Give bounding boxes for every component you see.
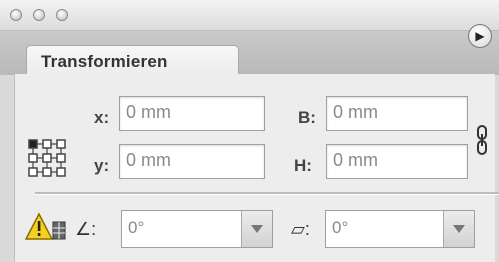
rotate-icon: ∠: — [75, 219, 97, 239]
h-value: 0 mm — [333, 150, 378, 170]
section-divider — [35, 192, 499, 195]
close-button[interactable] — [10, 9, 22, 21]
x-value: 0 mm — [126, 102, 171, 122]
rotate-dropdown-arrow-icon[interactable] — [241, 211, 272, 247]
transform-window: Transformieren ▶ x: 0 mm B: 0 mm y: 0 mm… — [0, 0, 499, 262]
tab-title: Transformieren — [41, 52, 168, 71]
shear-select[interactable]: 0° — [325, 210, 475, 248]
rotate-select[interactable]: 0° — [121, 210, 273, 248]
play-triangle-icon: ▶ — [475, 29, 485, 43]
b-label: B: — [298, 108, 316, 127]
y-field[interactable]: 0 mm — [119, 144, 265, 179]
shear-icon: ▱: — [291, 219, 310, 239]
link-proportions-icon[interactable] — [475, 124, 489, 156]
x-field[interactable]: 0 mm — [119, 96, 265, 131]
titlebar — [0, 0, 499, 31]
zoom-button[interactable] — [56, 9, 68, 21]
y-value: 0 mm — [126, 150, 171, 170]
reference-point-grid-icon[interactable] — [27, 136, 67, 180]
rotate-value: 0° — [128, 218, 145, 237]
tabstrip: Transformieren — [0, 31, 499, 76]
shear-value: 0° — [332, 218, 349, 237]
b-value: 0 mm — [333, 102, 378, 122]
b-field[interactable]: 0 mm — [326, 96, 468, 131]
y-label: y: — [94, 156, 110, 175]
panel-menu-button[interactable]: ▶ — [468, 24, 492, 48]
tab-transformieren[interactable]: Transformieren — [26, 45, 239, 76]
x-label: x: — [94, 108, 110, 127]
shear-dropdown-arrow-icon[interactable] — [443, 211, 474, 247]
h-label: H: — [294, 156, 312, 175]
h-field[interactable]: 0 mm — [326, 144, 468, 179]
minimize-button[interactable] — [33, 9, 45, 21]
transform-panel: x: 0 mm B: 0 mm y: 0 mm H: 0 mm ∠: 0° ▱:… — [14, 74, 499, 262]
warning-icon — [25, 212, 66, 240]
